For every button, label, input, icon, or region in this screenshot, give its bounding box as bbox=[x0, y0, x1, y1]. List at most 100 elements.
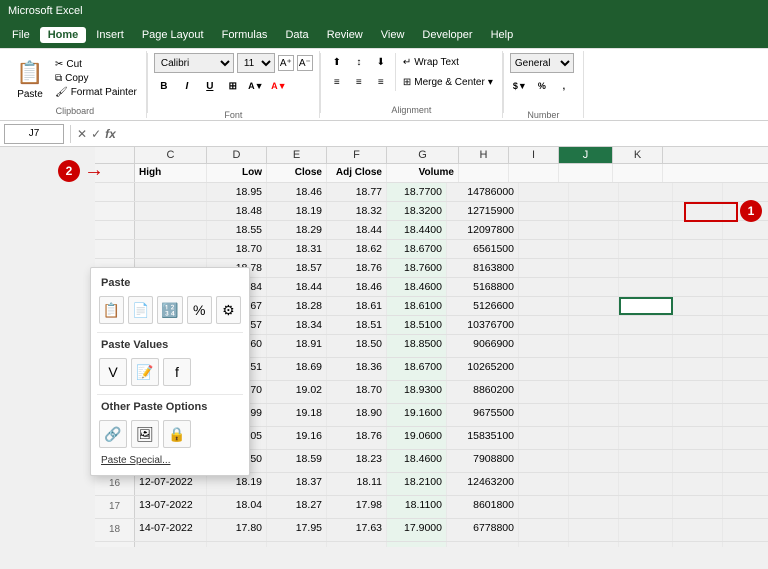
menu-home[interactable]: Home bbox=[40, 27, 87, 43]
cell-low[interactable]: 18.29 bbox=[267, 221, 327, 239]
cell-date[interactable]: 15-07-2022 bbox=[135, 542, 207, 547]
wrap-text-button[interactable]: ↵ Wrap Text bbox=[400, 53, 496, 71]
cell-close[interactable]: 18.77 bbox=[327, 183, 387, 201]
cell-close[interactable]: 18.76 bbox=[327, 427, 387, 449]
number-format-select[interactable]: General bbox=[510, 53, 574, 73]
cell-low[interactable]: 18.27 bbox=[267, 496, 327, 518]
bold-button[interactable]: B bbox=[154, 76, 174, 96]
cell-volume[interactable]: 12715900 bbox=[447, 202, 519, 220]
cell-date[interactable] bbox=[135, 221, 207, 239]
col-header-d[interactable]: D bbox=[207, 147, 267, 163]
cell-low[interactable]: 18.91 bbox=[267, 335, 327, 357]
cell-h[interactable] bbox=[519, 427, 569, 449]
cell-j[interactable] bbox=[619, 358, 673, 380]
cell-volume[interactable]: 10265200 bbox=[447, 358, 519, 380]
cell-adj-close[interactable]: 18.3200 bbox=[387, 202, 447, 220]
underline-button[interactable]: U bbox=[200, 76, 220, 96]
cell-adj-close[interactable]: 18.7700 bbox=[387, 183, 447, 201]
cell-close[interactable]: 18.23 bbox=[327, 450, 387, 472]
cell-adj-close[interactable]: 18.4400 bbox=[387, 221, 447, 239]
cell-volume[interactable]: 12463200 bbox=[447, 473, 519, 495]
other-paste-icon-2[interactable]: 🖼 bbox=[131, 420, 159, 448]
cell-adj-close[interactable]: 18.8500 bbox=[387, 335, 447, 357]
align-top-button[interactable]: ⬆ bbox=[327, 53, 347, 71]
cell-low[interactable]: 18.31 bbox=[267, 240, 327, 258]
cell-h[interactable] bbox=[519, 240, 569, 258]
cell-h[interactable] bbox=[519, 202, 569, 220]
cell-low[interactable]: 17.95 bbox=[267, 519, 327, 541]
cell-low[interactable]: 18.21 bbox=[267, 542, 327, 547]
align-middle-button[interactable]: ↕ bbox=[349, 53, 369, 71]
col-header-j[interactable]: J bbox=[559, 147, 613, 163]
cell-j[interactable] bbox=[619, 427, 673, 449]
cell-low[interactable]: 18.69 bbox=[267, 358, 327, 380]
cell-h[interactable] bbox=[519, 496, 569, 518]
col-header-h[interactable]: H bbox=[459, 147, 509, 163]
paste-special-link[interactable]: Paste Special... bbox=[97, 452, 243, 469]
cell-i[interactable] bbox=[569, 519, 619, 541]
cell-adj-close[interactable]: 18.5100 bbox=[387, 316, 447, 334]
cell-volume[interactable]: 4846900 bbox=[447, 542, 519, 547]
formula-input[interactable] bbox=[120, 124, 764, 144]
confirm-formula-icon[interactable]: ✓ bbox=[91, 127, 101, 141]
menu-formulas[interactable]: Formulas bbox=[214, 27, 276, 43]
copy-button[interactable]: ⧉ Copy bbox=[52, 72, 140, 85]
cell-i[interactable] bbox=[569, 202, 619, 220]
cell-k[interactable] bbox=[673, 496, 723, 518]
paste-values-icon-3[interactable]: f bbox=[163, 358, 191, 386]
cell-k[interactable] bbox=[673, 473, 723, 495]
menu-review[interactable]: Review bbox=[319, 27, 371, 43]
cell-h[interactable] bbox=[519, 473, 569, 495]
cell-h[interactable] bbox=[519, 542, 569, 547]
col-header-k[interactable]: K bbox=[613, 147, 663, 163]
cell-i[interactable] bbox=[569, 316, 619, 334]
cell-i[interactable] bbox=[569, 259, 619, 277]
cell-adj-close[interactable]: 18.2100 bbox=[387, 473, 447, 495]
cell-volume[interactable]: 7908800 bbox=[447, 450, 519, 472]
cell-date[interactable] bbox=[135, 202, 207, 220]
format-painter-button[interactable]: 🖌 Format Painter bbox=[52, 86, 140, 99]
cell-adj-close[interactable]: 18.1700 bbox=[387, 542, 447, 547]
cell-volume[interactable]: 12097800 bbox=[447, 221, 519, 239]
cell-close[interactable]: 18.76 bbox=[327, 259, 387, 277]
cell-volume[interactable]: 8163800 bbox=[447, 259, 519, 277]
cell-j[interactable] bbox=[619, 240, 673, 258]
name-box[interactable] bbox=[4, 124, 64, 144]
cell-date[interactable]: 12-07-2022 bbox=[135, 473, 207, 495]
cell-j[interactable] bbox=[619, 404, 673, 426]
cell-close[interactable]: 17.98 bbox=[327, 496, 387, 518]
paste-values-icon-1[interactable]: V bbox=[99, 358, 127, 386]
cell-volume[interactable]: 9675500 bbox=[447, 404, 519, 426]
cell-k[interactable] bbox=[673, 297, 723, 315]
cut-button[interactable]: ✂ Cut bbox=[52, 58, 140, 71]
cell-j[interactable] bbox=[619, 221, 673, 239]
cell-volume[interactable]: 5168800 bbox=[447, 278, 519, 296]
align-center-button[interactable]: ≡ bbox=[349, 73, 369, 91]
cell-k[interactable] bbox=[673, 358, 723, 380]
cell-adj-close[interactable]: 18.4600 bbox=[387, 450, 447, 472]
cell-j[interactable] bbox=[619, 259, 673, 277]
cell-date[interactable]: 13-07-2022 bbox=[135, 496, 207, 518]
col-header-g[interactable]: G bbox=[387, 147, 459, 163]
cell-close[interactable]: 18.32 bbox=[327, 202, 387, 220]
paste-icon-1[interactable]: 📋 bbox=[99, 296, 124, 324]
cell-k[interactable] bbox=[673, 278, 723, 296]
cell-volume[interactable]: 6561500 bbox=[447, 240, 519, 258]
paste-icon-4[interactable]: % bbox=[187, 296, 212, 324]
cell-high[interactable]: 18.04 bbox=[207, 496, 267, 518]
cell-j[interactable] bbox=[619, 297, 673, 315]
cell-close[interactable]: 17.63 bbox=[327, 519, 387, 541]
cell-i[interactable] bbox=[569, 473, 619, 495]
other-paste-icon-1[interactable]: 🔗 bbox=[99, 420, 127, 448]
cell-i[interactable] bbox=[569, 240, 619, 258]
cell-adj-close[interactable]: 18.9300 bbox=[387, 381, 447, 403]
percent-button[interactable]: % bbox=[532, 76, 552, 96]
cell-adj-close[interactable]: 19.1600 bbox=[387, 404, 447, 426]
cell-h[interactable] bbox=[519, 404, 569, 426]
menu-view[interactable]: View bbox=[373, 27, 413, 43]
col-header-i[interactable]: I bbox=[509, 147, 559, 163]
cell-close[interactable]: 18.62 bbox=[327, 240, 387, 258]
cell-k[interactable] bbox=[673, 240, 723, 258]
font-color-button[interactable]: A▼ bbox=[269, 76, 289, 96]
menu-insert[interactable]: Insert bbox=[88, 27, 132, 43]
